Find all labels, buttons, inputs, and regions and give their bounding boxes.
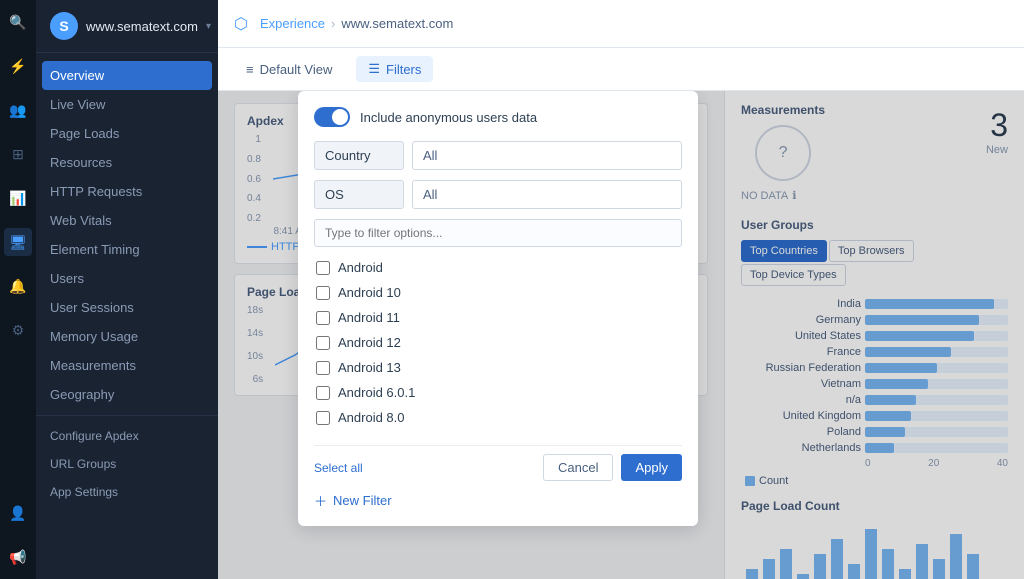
os-checkbox[interactable] [316, 311, 330, 325]
os-filter-label: OS [314, 180, 404, 209]
sidebar-item-http-requests[interactable]: HTTP Requests [36, 177, 218, 206]
sidebar-item-configure-apdex[interactable]: Configure Apdex [36, 422, 218, 450]
os-checkbox[interactable] [316, 361, 330, 375]
footer-buttons: Cancel Apply [543, 454, 682, 481]
sidebar: S www.sematext.com ▾ OverviewLive ViewPa… [36, 0, 218, 579]
os-checkbox-item[interactable]: Android [314, 255, 682, 280]
toggle-label: Include anonymous users data [360, 110, 537, 125]
toggle-knob [332, 109, 348, 125]
sidebar-item-resources[interactable]: Resources [36, 148, 218, 177]
anonymous-users-toggle[interactable] [314, 107, 350, 127]
toggle-row: Include anonymous users data [314, 107, 682, 127]
os-checkbox-item[interactable]: Android 6.0.1 [314, 380, 682, 405]
os-option-label: Android 6.0.1 [338, 385, 415, 400]
grid-icon[interactable]: ⊞ [4, 140, 32, 168]
settings-icon[interactable]: ⚙ [4, 316, 32, 344]
default-view-button[interactable]: ≡ Default View [234, 57, 344, 82]
sidebar-header: S www.sematext.com ▾ [36, 0, 218, 53]
sidebar-item-url-groups[interactable]: URL Groups [36, 450, 218, 478]
sidebar-item-geography[interactable]: Geography [36, 380, 218, 409]
user-icon[interactable]: 👤 [4, 499, 32, 527]
breadcrumb-current: www.sematext.com [341, 16, 453, 31]
filters-label: Filters [386, 62, 421, 77]
sidebar-logo: S [50, 12, 78, 40]
speaker-icon[interactable]: 📢 [4, 543, 32, 571]
os-option-label: Android 13 [338, 360, 401, 375]
topbar: ⬡ Experience › www.sematext.com [218, 0, 1024, 48]
breadcrumb-parent[interactable]: Experience [260, 16, 325, 31]
os-checkbox-item[interactable]: Chrome OS [314, 430, 682, 435]
chart-icon[interactable]: 📊 [4, 184, 32, 212]
os-checkbox[interactable] [316, 261, 330, 275]
os-checkbox-item[interactable]: Android 12 [314, 330, 682, 355]
sidebar-item-users[interactable]: Users [36, 264, 218, 293]
country-filter-value[interactable]: All [412, 141, 682, 170]
os-checkbox-item[interactable]: Android 8.0 [314, 405, 682, 430]
sidebar-item-element-timing[interactable]: Element Timing [36, 235, 218, 264]
os-checkbox[interactable] [316, 411, 330, 425]
filter-search-input[interactable] [314, 219, 682, 247]
select-all-link[interactable]: Select all [314, 461, 363, 475]
os-checkbox-item[interactable]: Android 10 [314, 280, 682, 305]
sidebar-item-app-settings[interactable]: App Settings [36, 478, 218, 506]
os-checkbox-list: Android Android 10 Android 11 Android 12 And… [314, 255, 682, 435]
new-filter-link[interactable]: ＋ New Filter [314, 491, 682, 510]
os-option-label: Android 8.0 [338, 410, 405, 425]
os-option-label: Android 12 [338, 335, 401, 350]
os-checkbox-item[interactable]: Android 13 [314, 355, 682, 380]
lightning-icon[interactable]: ⚡ [4, 52, 32, 80]
breadcrumb: Experience › www.sematext.com [260, 16, 453, 31]
os-option-label: Android 11 [338, 310, 400, 325]
os-checkbox[interactable] [316, 336, 330, 350]
breadcrumb-separator: › [331, 16, 335, 31]
sidebar-item-page-loads[interactable]: Page Loads [36, 119, 218, 148]
modal-footer: Select all Cancel Apply [314, 445, 682, 481]
content-area: Apdex 1 0.8 0.6 0.4 0.2 8:41 AM 8:43 [218, 91, 1024, 579]
os-checkbox[interactable] [316, 286, 330, 300]
sidebar-item-web-vitals[interactable]: Web Vitals [36, 206, 218, 235]
os-option-label: Android [338, 260, 383, 275]
os-filter-value[interactable]: All [412, 180, 682, 209]
icon-strip: 🔍 ⚡ 👥 ⊞ 📊 🖥 🔔 ⚙ 👤 📢 [0, 0, 36, 579]
sidebar-item-user-sessions[interactable]: User Sessions [36, 293, 218, 322]
sidebar-item-live-view[interactable]: Live View [36, 90, 218, 119]
new-filter-label: New Filter [333, 493, 392, 508]
filter-icon: ☰ [368, 61, 380, 77]
search-icon[interactable]: 🔍 [4, 8, 32, 36]
os-checkbox[interactable] [316, 386, 330, 400]
os-checkbox-item[interactable]: Android 11 [314, 305, 682, 330]
apply-button[interactable]: Apply [621, 454, 682, 481]
people-icon[interactable]: 👥 [4, 96, 32, 124]
os-option-label: Android 10 [338, 285, 401, 300]
sidebar-item-overview[interactable]: Overview [42, 61, 212, 90]
cancel-button[interactable]: Cancel [543, 454, 613, 481]
menu-icon: ≡ [246, 62, 254, 77]
country-filter-label: Country [314, 141, 404, 170]
filter-modal: Include anonymous users data Country All… [298, 91, 698, 526]
os-filter-row: OS All [314, 180, 682, 209]
sidebar-item-measurements[interactable]: Measurements [36, 351, 218, 380]
country-filter-row: Country All [314, 141, 682, 170]
sidebar-item-memory-usage[interactable]: Memory Usage [36, 322, 218, 351]
chevron-down-icon[interactable]: ▾ [206, 21, 211, 32]
filter-bar: ≡ Default View ☰ Filters [218, 48, 1024, 91]
experience-icon: ⬡ [234, 14, 248, 34]
filters-button[interactable]: ☰ Filters [356, 56, 433, 82]
monitor-icon[interactable]: 🖥 [4, 228, 32, 256]
main-area: ⬡ Experience › www.sematext.com ≡ Defaul… [218, 0, 1024, 579]
sidebar-app-title: www.sematext.com [86, 19, 198, 34]
plus-icon: ＋ [314, 491, 327, 510]
default-view-label: Default View [260, 62, 333, 77]
sidebar-nav: OverviewLive ViewPage LoadsResourcesHTTP… [36, 53, 218, 579]
bell-icon[interactable]: 🔔 [4, 272, 32, 300]
